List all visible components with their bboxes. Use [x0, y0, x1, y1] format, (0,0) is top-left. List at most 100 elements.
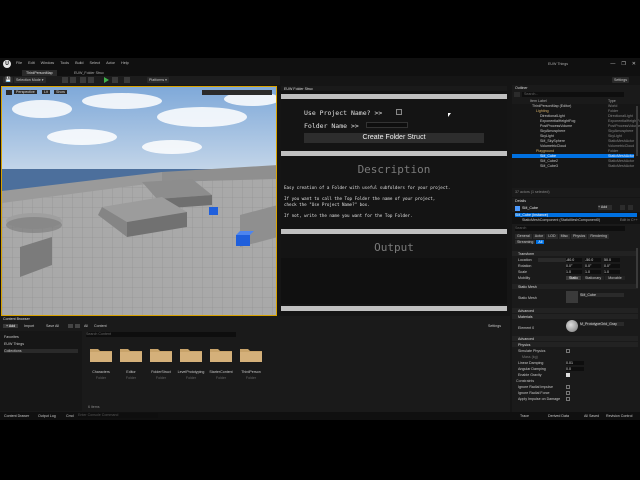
outliner-row[interactable]: SkyAtmosphere SkyAtmosphere: [512, 129, 634, 133]
filter-tab[interactable]: Streaming: [515, 240, 536, 244]
filter-tab[interactable]: General: [515, 234, 532, 239]
filter-tab[interactable]: Rendering: [588, 234, 609, 239]
create-folder-struct-button[interactable]: Create Folder Struct: [304, 133, 484, 143]
location-y-input[interactable]: -50.0: [585, 258, 601, 262]
output-log-button[interactable]: Output Log: [38, 414, 56, 418]
outliner-row[interactable]: ThirdPersonMap (Editor) World: [512, 104, 634, 108]
mobility-movable[interactable]: Movable: [605, 276, 625, 280]
mobility-stationary[interactable]: Stationary: [582, 276, 605, 280]
scale-z-input[interactable]: 1.0: [604, 270, 620, 274]
breadcrumb-all[interactable]: All: [84, 324, 88, 328]
outliner-row[interactable]: SM_SkySphere StaticMeshActor: [512, 139, 634, 143]
advanced-section[interactable]: Advanced: [512, 308, 638, 313]
close-icon[interactable]: ✕: [632, 61, 636, 67]
material-dropdown[interactable]: M_PrototypeGrid_Gray: [580, 322, 624, 326]
linear-damping-input[interactable]: 0.01: [566, 361, 584, 365]
outliner-row[interactable]: SM_Cube3 StaticMeshActor: [512, 164, 634, 168]
outliner-scrollbar[interactable]: [636, 106, 638, 156]
type-header[interactable]: Type: [608, 99, 616, 103]
apply-impulse-checkbox[interactable]: [566, 397, 570, 401]
menu-file[interactable]: File: [16, 61, 22, 65]
menu-tools[interactable]: Tools: [60, 61, 69, 65]
materials-section[interactable]: Materials: [512, 314, 638, 319]
component-child[interactable]: StaticMeshComponent (StaticMeshComponent…: [522, 218, 600, 222]
static-mesh-dropdown[interactable]: SM_Cube: [580, 293, 624, 297]
rotation-y-input[interactable]: 0.0°: [585, 264, 601, 268]
cb-settings-button[interactable]: Settings: [488, 324, 501, 328]
material-thumbnail[interactable]: [566, 320, 578, 332]
item-label-header[interactable]: Item Label: [530, 99, 547, 103]
outliner-row[interactable]: Playground Folder: [512, 149, 634, 153]
folder-icon[interactable]: [90, 346, 112, 362]
filter-tab[interactable]: Physics: [570, 234, 588, 239]
collections-header[interactable]: Collections: [4, 349, 78, 353]
cb-search-input[interactable]: Search Content: [86, 332, 236, 337]
outliner-row[interactable]: SM_Cube2 StaticMeshActor: [512, 159, 634, 163]
actor-name[interactable]: SM_Cube: [522, 206, 538, 210]
filter-tab[interactable]: Actor: [532, 234, 546, 239]
filter-tab[interactable]: LOD: [546, 234, 558, 239]
more-options-icon[interactable]: [628, 205, 633, 210]
outliner-search-input[interactable]: Search...: [522, 92, 624, 97]
transform-section[interactable]: Transform: [512, 251, 638, 256]
lit-button[interactable]: Lit: [42, 90, 50, 94]
platforms-button[interactable]: Platforms ▾: [147, 77, 169, 83]
folder-icon[interactable]: [210, 346, 232, 362]
trace-button[interactable]: Trace: [520, 414, 529, 418]
minimize-icon[interactable]: —: [610, 61, 615, 67]
tab-tool[interactable]: EUW Folder Struc: [284, 87, 313, 91]
menu-actor[interactable]: Actor: [106, 61, 115, 65]
filter-tab[interactable]: Misc: [558, 234, 570, 239]
level-viewport[interactable]: Perspective Lit Show: [1, 86, 277, 316]
ignore-radial-impulse-checkbox[interactable]: [566, 385, 570, 389]
derived-data-button[interactable]: Derived Data: [548, 414, 569, 418]
menu-select[interactable]: Select: [90, 61, 101, 65]
play-icon[interactable]: [104, 77, 109, 83]
settings-button[interactable]: Settings: [612, 77, 629, 83]
content-drawer-button[interactable]: Content Drawer: [4, 414, 29, 418]
forward-icon[interactable]: [75, 324, 80, 328]
folder-icon[interactable]: [240, 346, 262, 362]
menu-help[interactable]: Help: [121, 61, 129, 65]
blueprint-icon[interactable]: [620, 205, 625, 210]
constraints-header[interactable]: Constraints: [516, 379, 534, 383]
favorites-header[interactable]: Favorites: [4, 335, 19, 339]
back-icon[interactable]: [68, 324, 73, 328]
maximize-icon[interactable]: ❐: [621, 61, 625, 67]
save-icon[interactable]: 💾: [3, 77, 14, 83]
angular-damping-input[interactable]: 0.0: [566, 367, 584, 371]
folder-name-input[interactable]: [366, 122, 408, 128]
static-mesh-section[interactable]: Static Mesh: [512, 284, 638, 289]
console-input[interactable]: Enter Console Command: [78, 413, 158, 418]
breadcrumb-content[interactable]: Content: [94, 324, 107, 328]
outliner-row[interactable]: ExponentialHeightFog ExponentialHeightFog: [512, 119, 640, 123]
all-saved-indicator[interactable]: All Saved: [584, 414, 599, 418]
location-z-input[interactable]: 50.0: [604, 258, 620, 262]
details-search-input[interactable]: Search: [515, 226, 625, 231]
import-button[interactable]: Import: [24, 324, 34, 328]
folder-icon[interactable]: [180, 346, 202, 362]
outliner-row[interactable]: SkyLight SkyLight: [512, 134, 634, 138]
details-scrollbar[interactable]: [636, 248, 638, 288]
show-button[interactable]: Show: [54, 90, 67, 94]
modes-icon[interactable]: [62, 77, 68, 83]
scale-x-input[interactable]: 1.0: [566, 270, 582, 274]
viewport-snap-controls[interactable]: [202, 90, 272, 95]
content-icon[interactable]: [70, 77, 76, 83]
rotation-x-input[interactable]: 0.0°: [566, 264, 582, 268]
cmd-dropdown[interactable]: Cmd: [66, 414, 74, 418]
folder-icon[interactable]: [120, 346, 142, 362]
enable-gravity-checkbox[interactable]: [566, 373, 570, 377]
outliner-row-selected[interactable]: SM_Cube StaticMeshActor: [512, 154, 634, 158]
outliner-filter-icon[interactable]: [514, 92, 520, 97]
perspective-button[interactable]: Perspective: [14, 90, 37, 94]
save-all-button[interactable]: Save All: [46, 324, 59, 328]
menu-build[interactable]: Build: [75, 61, 83, 65]
component-root[interactable]: SM_Cube (Instance): [515, 213, 637, 217]
static-mesh-thumbnail[interactable]: [566, 291, 578, 303]
revision-control-button[interactable]: Revision Control: [606, 414, 632, 418]
project-header[interactable]: EUW Things: [4, 342, 24, 346]
menu-window[interactable]: Window: [41, 61, 55, 65]
physics-section[interactable]: Physics: [512, 342, 638, 347]
outliner-row[interactable]: PostProcessVolume PostProcessVolume: [512, 124, 640, 128]
